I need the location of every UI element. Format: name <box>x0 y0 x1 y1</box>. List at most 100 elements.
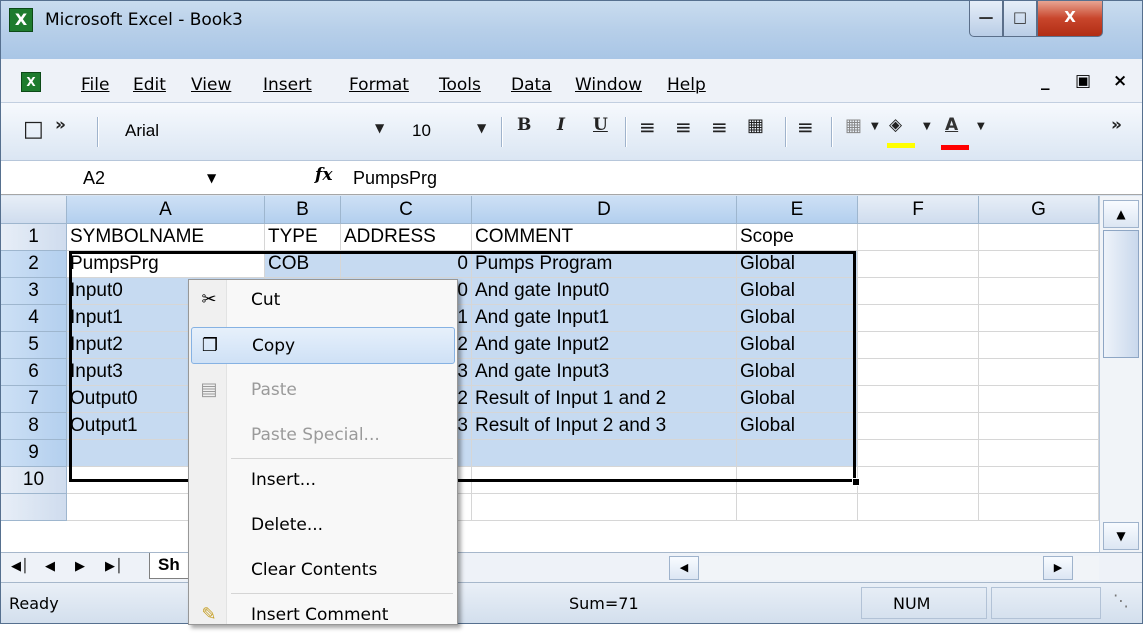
last-sheet-button[interactable]: ▶│ <box>105 559 123 574</box>
cell[interactable] <box>472 440 737 467</box>
row-header[interactable]: 3 <box>1 278 67 305</box>
underline-button[interactable]: U <box>593 115 608 145</box>
row-header[interactable] <box>1 494 67 521</box>
menu-file[interactable]: File <box>81 75 109 95</box>
row-header[interactable]: 10 <box>1 467 67 494</box>
cell[interactable]: And gate Input1 <box>472 305 737 332</box>
column-header-e[interactable]: E <box>737 196 858 224</box>
cell[interactable] <box>979 359 1099 386</box>
cell[interactable]: Global <box>737 305 858 332</box>
vertical-scrollbar[interactable]: ▲ ▼ <box>1099 196 1142 552</box>
cell[interactable] <box>472 467 737 494</box>
excel-icon[interactable]: X <box>9 8 33 32</box>
select-all-corner[interactable] <box>1 196 67 224</box>
italic-button[interactable]: I <box>557 115 565 145</box>
borders-dropdown-icon[interactable]: ▼ <box>871 121 879 151</box>
column-header-c[interactable]: C <box>341 196 472 224</box>
menu-item-copy[interactable]: ❐ Copy <box>191 327 455 364</box>
font-size-box[interactable]: 10 <box>398 117 482 145</box>
close-button[interactable]: X <box>1037 1 1103 37</box>
cell[interactable] <box>858 359 979 386</box>
cell[interactable] <box>858 413 979 440</box>
cell[interactable] <box>858 386 979 413</box>
doc-minimize-button[interactable]: _ <box>1041 71 1050 91</box>
menu-item-insert-comment[interactable]: ✎ Insert Comment <box>191 597 455 634</box>
menu-item-insert[interactable]: Insert... <box>191 462 455 499</box>
cell[interactable]: Pumps Program <box>472 251 737 278</box>
borders-icon[interactable]: ▦ <box>845 115 862 145</box>
resize-grip-icon[interactable]: ⋱ <box>1113 591 1129 610</box>
cell[interactable] <box>979 251 1099 278</box>
cell[interactable]: ADDRESS <box>341 224 472 251</box>
column-header-d[interactable]: D <box>472 196 737 224</box>
cell[interactable]: And gate Input0 <box>472 278 737 305</box>
cell[interactable]: Global <box>737 413 858 440</box>
horizontal-scrollbar[interactable]: ◀ ▶ <box>669 556 1099 580</box>
cell[interactable] <box>979 413 1099 440</box>
cell[interactable] <box>737 440 858 467</box>
cell[interactable] <box>979 494 1099 521</box>
menu-data[interactable]: Data <box>511 75 552 95</box>
merge-center-icon[interactable]: ▦ <box>747 115 764 145</box>
menu-item-paste-special[interactable]: Paste Special... <box>191 417 455 454</box>
cell[interactable]: Result of Input 1 and 2 <box>472 386 737 413</box>
cell[interactable] <box>979 467 1099 494</box>
cell[interactable] <box>979 278 1099 305</box>
doc-restore-button[interactable]: ▣ <box>1075 71 1091 91</box>
cell[interactable]: 0 <box>341 251 472 278</box>
bold-button[interactable]: B <box>517 115 531 145</box>
toolbar-overflow-icon[interactable]: » <box>1111 115 1122 145</box>
font-color-dropdown-icon[interactable]: ▼ <box>977 121 985 151</box>
row-header[interactable]: 7 <box>1 386 67 413</box>
row-header[interactable]: 8 <box>1 413 67 440</box>
scroll-left-button[interactable]: ◀ <box>669 556 699 580</box>
size-dropdown-icon[interactable]: ▼ <box>477 121 486 151</box>
cell[interactable]: TYPE <box>265 224 341 251</box>
column-header-a[interactable]: A <box>67 196 265 224</box>
font-dropdown-icon[interactable]: ▼ <box>375 121 384 151</box>
row-header[interactable]: 9 <box>1 440 67 467</box>
formula-input[interactable]: PumpsPrg <box>353 165 437 191</box>
cell[interactable] <box>858 494 979 521</box>
title-bar[interactable]: X Microsoft Excel - Book3 — □ X <box>1 1 1142 59</box>
menu-item-cut[interactable]: ✂ Cut <box>191 282 455 319</box>
fill-color-dropdown-icon[interactable]: ▼ <box>923 121 931 151</box>
cell[interactable]: Scope <box>737 224 858 251</box>
menu-edit[interactable]: Edit <box>133 75 166 95</box>
name-box-dropdown-icon[interactable]: ▼ <box>207 171 216 185</box>
cell[interactable] <box>472 494 737 521</box>
doc-close-button[interactable]: × <box>1113 71 1127 91</box>
cell[interactable] <box>858 251 979 278</box>
cell[interactable]: Result of Input 2 and 3 <box>472 413 737 440</box>
prev-sheet-button[interactable]: ◀ <box>45 559 55 574</box>
active-cell[interactable]: PumpsPrg <box>67 251 265 278</box>
column-header-b[interactable]: B <box>265 196 341 224</box>
cell[interactable]: Global <box>737 386 858 413</box>
cell[interactable] <box>858 224 979 251</box>
insert-function-icon[interactable]: fx <box>315 165 332 185</box>
name-box[interactable]: A2 <box>61 165 231 191</box>
cell[interactable] <box>737 467 858 494</box>
align-right-icon[interactable]: ≡ <box>711 115 728 145</box>
cell[interactable]: COMMENT <box>472 224 737 251</box>
cell[interactable]: And gate Input3 <box>472 359 737 386</box>
cell[interactable] <box>737 494 858 521</box>
row-header[interactable]: 4 <box>1 305 67 332</box>
cell[interactable] <box>979 440 1099 467</box>
cell[interactable] <box>858 440 979 467</box>
font-name-box[interactable]: Arial <box>111 117 395 145</box>
menu-help[interactable]: Help <box>667 75 706 95</box>
menu-item-clear-contents[interactable]: Clear Contents <box>191 552 455 589</box>
cell[interactable] <box>858 332 979 359</box>
menu-format[interactable]: Format <box>349 75 409 95</box>
font-color-icon[interactable]: A <box>945 115 958 145</box>
first-sheet-button[interactable]: ◀│ <box>11 559 29 574</box>
workbook-icon[interactable]: X <box>21 72 41 92</box>
menu-view[interactable]: View <box>191 75 231 95</box>
cell[interactable] <box>858 278 979 305</box>
new-document-icon[interactable]: □ <box>23 117 44 147</box>
cell[interactable]: Global <box>737 332 858 359</box>
row-header[interactable]: 5 <box>1 332 67 359</box>
scroll-thumb[interactable] <box>1103 230 1139 358</box>
toolbar-options-icon[interactable]: » <box>55 115 66 145</box>
